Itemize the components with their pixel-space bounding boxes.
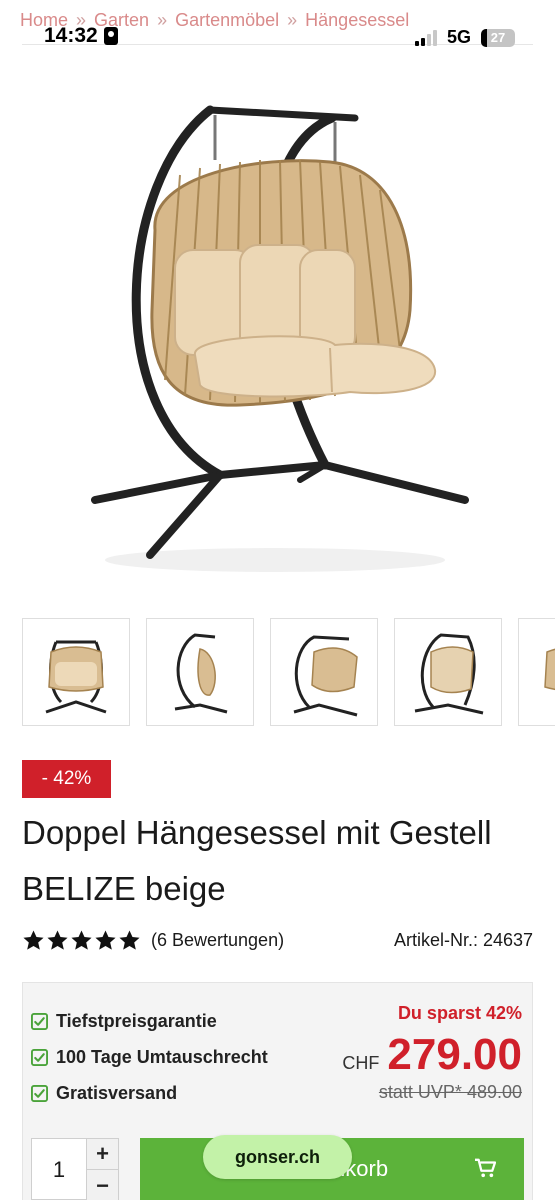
quantity-decrease-button[interactable]: −	[86, 1170, 118, 1200]
quantity-increase-button[interactable]: +	[86, 1139, 118, 1170]
star-icon	[95, 929, 116, 950]
checkbox-check-icon	[31, 1048, 48, 1066]
battery-level: 27	[490, 30, 506, 45]
thumbnail-angle-left[interactable]	[270, 618, 378, 726]
network-type: 5G	[446, 27, 471, 47]
savings-label: Du sparst 42%	[397, 1003, 522, 1023]
original-price: statt UVP* 489.00	[378, 1082, 522, 1102]
currency-label: CHF	[342, 1053, 380, 1073]
benefit-label: Gratisversand	[56, 1082, 178, 1103]
star-icon	[119, 929, 140, 950]
benefit-item: Tiefstpreisgarantie	[31, 1003, 268, 1039]
price-value: 279.00	[387, 1030, 522, 1079]
person-badge-icon	[103, 27, 118, 45]
browser-url-pill[interactable]: gonser.ch	[203, 1135, 352, 1179]
cart-icon	[475, 1158, 496, 1178]
checkbox-check-icon	[31, 1012, 48, 1030]
thumbnail-more[interactable]	[518, 618, 555, 726]
thumbnail-side[interactable]	[146, 618, 254, 726]
star-icon	[23, 929, 44, 950]
thumbnail-gallery	[22, 618, 555, 728]
benefit-item: Gratisversand	[31, 1075, 268, 1111]
battery-icon: 27	[481, 28, 515, 47]
reviews-link[interactable]: (6 Bewertungen)	[151, 930, 284, 951]
status-time: 14:32	[44, 24, 118, 48]
discount-badge: - 42%	[22, 760, 111, 798]
status-bar: 14:32 5G 27	[0, 0, 555, 48]
thumbnail-front[interactable]	[22, 618, 130, 726]
article-number: Artikel-Nr.: 24637	[393, 929, 533, 950]
price-info: Du sparst 42% CHF 279.00 statt UVP* 489.…	[342, 1003, 522, 1103]
signal-icon	[414, 29, 437, 46]
rating-row: (6 Bewertungen) Artikel-Nr.: 24637	[22, 926, 533, 954]
benefit-label: Tiefstpreisgarantie	[56, 1010, 217, 1031]
status-indicators: 5G 27	[414, 27, 515, 48]
benefits-list: Tiefstpreisgarantie 100 Tage Umtauschrec…	[31, 1003, 268, 1111]
status-time-text: 14:32	[44, 24, 98, 47]
star-icon	[47, 929, 68, 950]
star-rating[interactable]	[22, 929, 141, 952]
price-line: CHF 279.00	[342, 1030, 522, 1080]
product-title: Doppel Hängesessel mit Gestell BELIZE be…	[22, 814, 492, 907]
star-icon	[71, 929, 92, 950]
quantity-stepper: 1 + −	[31, 1138, 119, 1200]
thumbnail-angle-right[interactable]	[394, 618, 502, 726]
checkbox-check-icon	[31, 1084, 48, 1102]
product-main-image[interactable]	[60, 80, 490, 580]
benefit-label: 100 Tage Umtauschrecht	[56, 1046, 268, 1067]
benefit-item: 100 Tage Umtauschrecht	[31, 1039, 268, 1075]
quantity-input[interactable]: 1	[32, 1139, 86, 1200]
